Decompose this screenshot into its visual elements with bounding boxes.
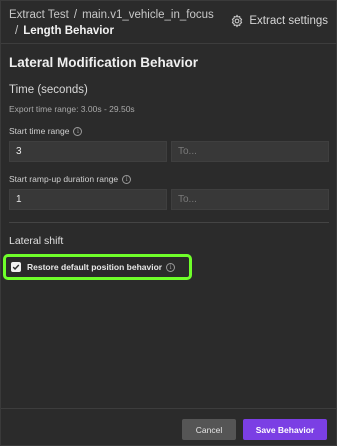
- section-title: Lateral Modification Behavior: [9, 55, 199, 70]
- info-icon[interactable]: i: [122, 174, 132, 184]
- breadcrumb-separator: /: [73, 9, 78, 21]
- breadcrumb: Extract Test / main.v1_vehicle_in_focus: [9, 9, 214, 21]
- divider: [9, 222, 329, 223]
- extract-settings-button[interactable]: Extract settings: [230, 14, 328, 28]
- rampup-label-text: Start ramp-up duration range: [9, 174, 119, 184]
- behavior-panel: Extract Test / main.v1_vehicle_in_focus / L…: [0, 0, 337, 446]
- start-time-to-input[interactable]: [171, 141, 329, 162]
- breadcrumb-current: Length Behavior: [23, 25, 114, 37]
- panel-footer: Cancel Save Behavior: [1, 408, 337, 446]
- panel-header: Extract Test / main.v1_vehicle_in_focus / L…: [1, 1, 337, 44]
- rampup-label: Start ramp-up duration range i: [9, 174, 329, 184]
- start-time-label: Start time range i: [9, 126, 329, 136]
- info-icon[interactable]: i: [166, 262, 176, 272]
- checkmark-icon: [12, 264, 20, 271]
- gear-icon: [232, 14, 243, 28]
- breadcrumb-item[interactable]: main.v1_vehicle_in_focus: [82, 9, 214, 21]
- breadcrumb-separator: /: [15, 25, 19, 37]
- rampup-to-input[interactable]: [171, 189, 329, 210]
- restore-default-label: Restore default position behavior: [27, 262, 163, 272]
- breadcrumb-root[interactable]: Extract Test: [9, 9, 69, 21]
- rampup-row: [9, 189, 329, 210]
- time-group-title: Time (seconds): [9, 84, 88, 96]
- extract-settings-label: Extract settings: [249, 15, 328, 27]
- start-time-from-input[interactable]: [9, 141, 167, 162]
- breadcrumb-current-line: / Length Behavior: [15, 25, 114, 37]
- lateral-shift-title: Lateral shift: [9, 235, 64, 247]
- info-icon[interactable]: i: [73, 126, 83, 136]
- save-behavior-button[interactable]: Save Behavior: [243, 419, 327, 440]
- rampup-from-input[interactable]: [9, 189, 167, 210]
- form-content: Lateral Modification Behavior Time (seco…: [3, 55, 329, 280]
- cancel-button[interactable]: Cancel: [182, 419, 236, 440]
- start-time-label-text: Start time range: [9, 126, 70, 136]
- restore-default-checkbox[interactable]: [11, 262, 21, 272]
- restore-default-checkbox-row[interactable]: Restore default position behavior i: [3, 254, 192, 280]
- start-time-row: [9, 141, 329, 162]
- export-time-hint: Export time range: 3.00s - 29.50s: [9, 104, 135, 114]
